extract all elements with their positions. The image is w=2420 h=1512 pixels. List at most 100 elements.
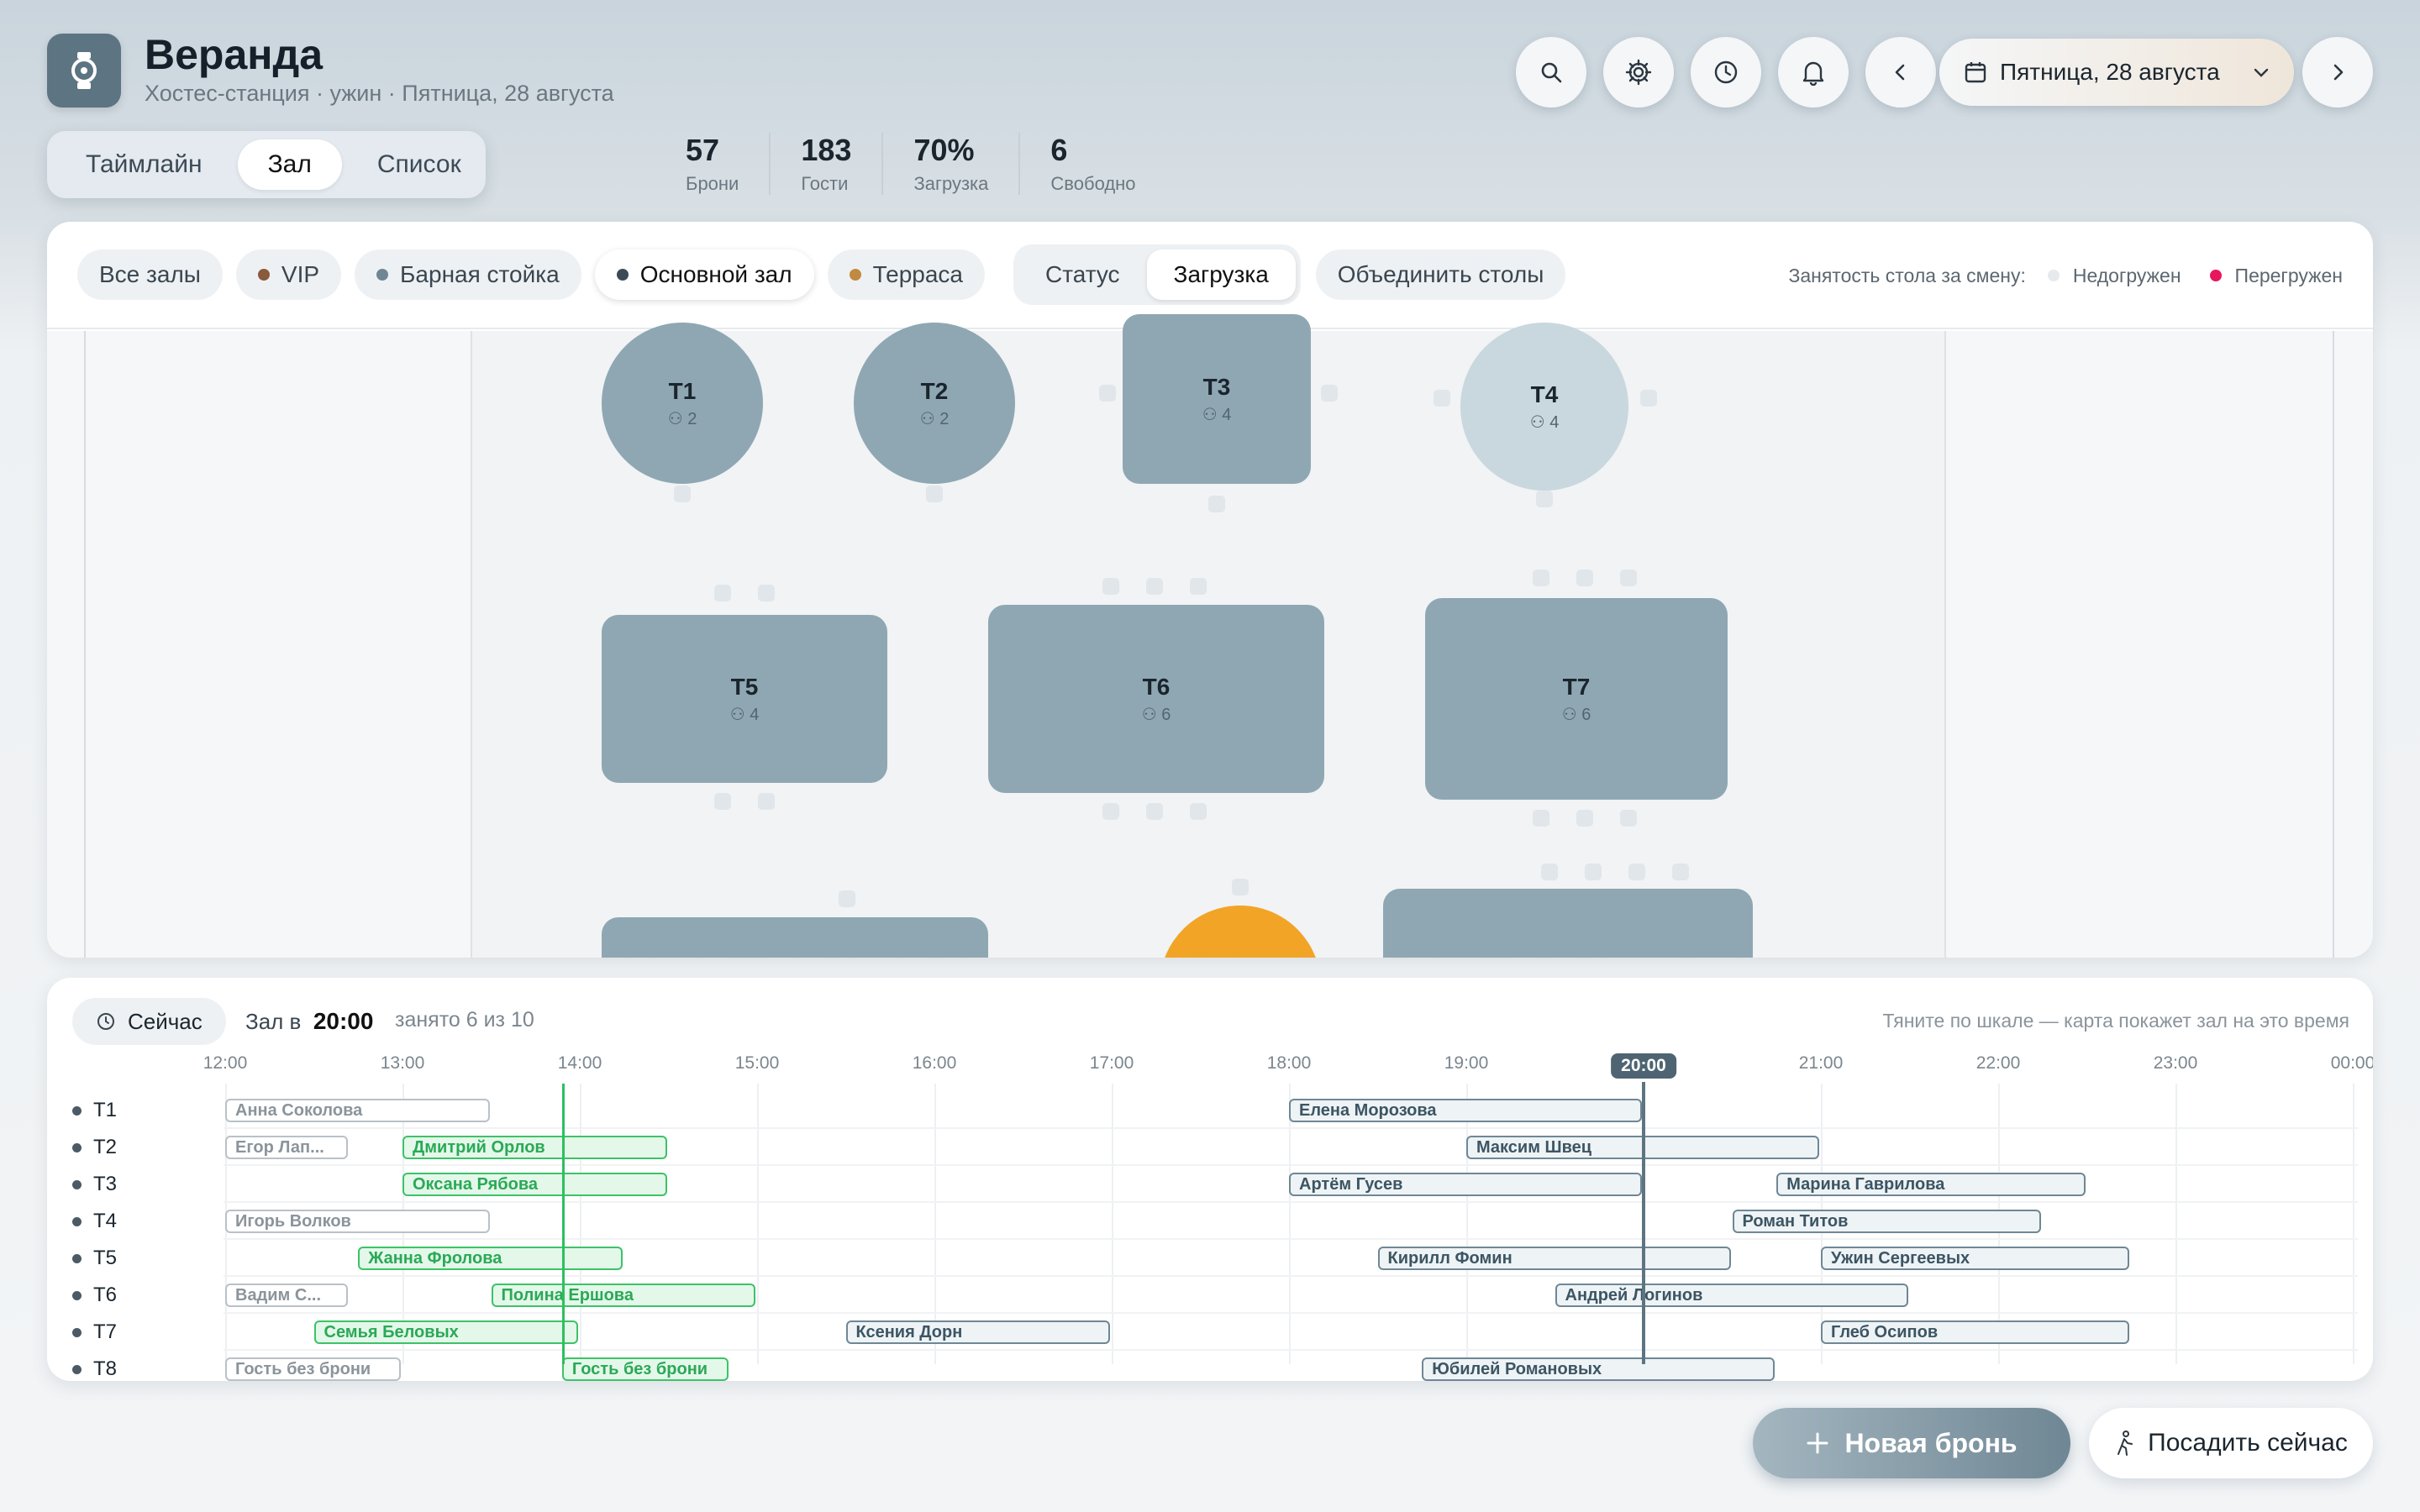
next-day-button[interactable] [2302,37,2373,108]
legend-title: Занятость стола за смену: [1788,264,2026,286]
booking-bar[interactable]: Вадим С... [225,1284,348,1307]
seat [1576,810,1593,827]
now-button[interactable]: Сейчас [72,998,226,1045]
hour-tick: 16:00 [912,1053,957,1073]
prev-day-button[interactable] [1865,37,1936,108]
booking-bar[interactable]: Юбилей Романовых [1422,1357,1776,1381]
table-t6[interactable]: T6 ⚇ 6 [988,605,1324,793]
booking-bar[interactable]: Марина Гаврилова [1776,1173,2086,1196]
row-dot [72,1142,82,1152]
table-name: T3 [1202,373,1231,400]
booking-bar[interactable]: Кирилл Фомин [1377,1247,1731,1270]
settings-button[interactable] [1603,37,1674,108]
hall-filter-bar: Все залы VIP Барная стойка Основной зал … [47,222,2373,329]
date-picker[interactable]: Пятница, 28 августа [1939,39,2294,106]
timeline-row-label: T5 [72,1247,117,1270]
merge-tables-button[interactable]: Объединить столы [1315,249,1566,300]
row-divider [224,1238,2358,1240]
table-t5[interactable]: T5 ⚇ 4 [602,615,887,783]
row-divider [224,1164,2358,1166]
booking-bar[interactable]: Полина Ершова [491,1284,755,1307]
timeline-grid[interactable]: 12:00 13:00 14:00 15:00 16:00 17:00 18:00 19:00… [47,1053,2373,1381]
booking-bar[interactable]: Оксана Рябова [402,1173,667,1196]
row-dot [72,1290,82,1300]
seat [1620,810,1637,827]
table-t9[interactable] [1160,906,1321,958]
notifications-button[interactable] [1778,37,1849,108]
booking-bar[interactable]: Гость без брони [225,1357,401,1381]
hour-tick: 17:00 [1089,1053,1134,1073]
hour-gridline [1289,1084,1291,1364]
booking-bar[interactable]: Артём Гусев [1289,1173,1642,1196]
hall-chip-main[interactable]: Основной зал [594,249,814,300]
hour-gridline [757,1084,759,1364]
booking-bar[interactable]: Андрей Логинов [1555,1284,1908,1307]
selected-time-line[interactable] [1642,1082,1645,1364]
seat [674,486,691,502]
tab-timeline[interactable]: Таймлайн [55,139,233,190]
mode-load[interactable]: Загрузка [1146,249,1296,300]
booking-bar[interactable]: Глеб Осипов [1821,1320,2130,1344]
hall-color-dot [257,269,270,281]
selected-time-badge[interactable]: 20:00 [1611,1053,1676,1079]
table-t10[interactable] [1383,889,1753,958]
row-label-text: T2 [93,1136,118,1158]
mode-status[interactable]: Статус [1018,249,1147,300]
booking-bar[interactable]: Ксения Дорн [845,1320,1110,1344]
seat [1190,578,1207,595]
seat [1099,385,1116,402]
search-button[interactable] [1516,37,1586,108]
seat [1533,570,1549,586]
table-t7[interactable]: T7 ⚇ 6 [1425,598,1728,800]
chip-label: Барная стойка [400,261,560,287]
row-label-text: T4 [93,1210,118,1232]
table-t4[interactable]: T4 ⚇ 4 [1460,323,1628,491]
chip-label: Терраса [872,261,964,287]
seat [1208,496,1225,512]
app-logo [47,34,121,108]
tab-hall[interactable]: Зал [237,139,342,190]
hall-chip-all[interactable]: Все залы [77,249,223,300]
tab-list[interactable]: Список [347,139,492,190]
occupancy-text: занято 6 из 10 [395,1008,534,1032]
row-dot [72,1179,82,1189]
seat [1190,803,1207,820]
seat [1533,810,1549,827]
seat-now-button[interactable]: Посадить сейчас [2089,1408,2373,1478]
booking-bar[interactable]: Гость без брони [561,1357,729,1381]
table-capacity: ⚇ 4 [1529,412,1560,432]
booking-bar[interactable]: Анна Соколова [225,1099,490,1122]
new-booking-button[interactable]: Новая бронь [1753,1408,2070,1478]
booking-bar[interactable]: Жанна Фролова [358,1247,623,1270]
search-icon [1541,62,1562,83]
booking-bar[interactable]: Игорь Волков [225,1210,490,1233]
table-t1[interactable]: T1 ⚇ 2 [602,323,763,484]
timeline-row-label: T7 [72,1320,117,1344]
stat-guests: 183 Гости [771,133,884,195]
booking-bar[interactable]: Елена Морозова [1289,1099,1642,1122]
history-button[interactable] [1691,37,1761,108]
seat-count: 4 [750,705,760,724]
seat [758,585,775,601]
table-name: T6 [1142,673,1171,700]
seat [1434,390,1450,407]
booking-bar[interactable]: Дмитрий Орлов [402,1136,667,1159]
table-t2[interactable]: T2 ⚇ 2 [854,323,1015,484]
hall-chip-terrace[interactable]: Терраса [827,249,986,300]
timeline-row-label: T1 [72,1099,117,1122]
booking-bar[interactable]: Роман Титов [1732,1210,2041,1233]
chip-label: Все залы [99,261,201,287]
hour-tick: 23:00 [2153,1053,2198,1073]
booking-bar[interactable]: Ужин Сергеевых [1821,1247,2130,1270]
hour-tick: 00:00 [2330,1053,2373,1073]
booking-bar[interactable]: Егор Лап... [225,1136,348,1159]
map-mode-toggle: Статус Загрузка [1013,244,1301,305]
page-subtitle: Хостес-станция · ужин · Пятница, 28 авгу… [145,81,614,106]
booking-bar[interactable]: Семья Беловых [313,1320,578,1344]
legend-low-label: Недогружен [2072,264,2181,286]
hall-chip-vip[interactable]: VIP [235,249,342,300]
table-t8[interactable] [602,917,988,958]
hall-color-dot [376,269,389,281]
table-t3[interactable]: T3 ⚇ 4 [1123,314,1311,484]
hall-chip-bar[interactable]: Барная стойка [355,249,581,300]
